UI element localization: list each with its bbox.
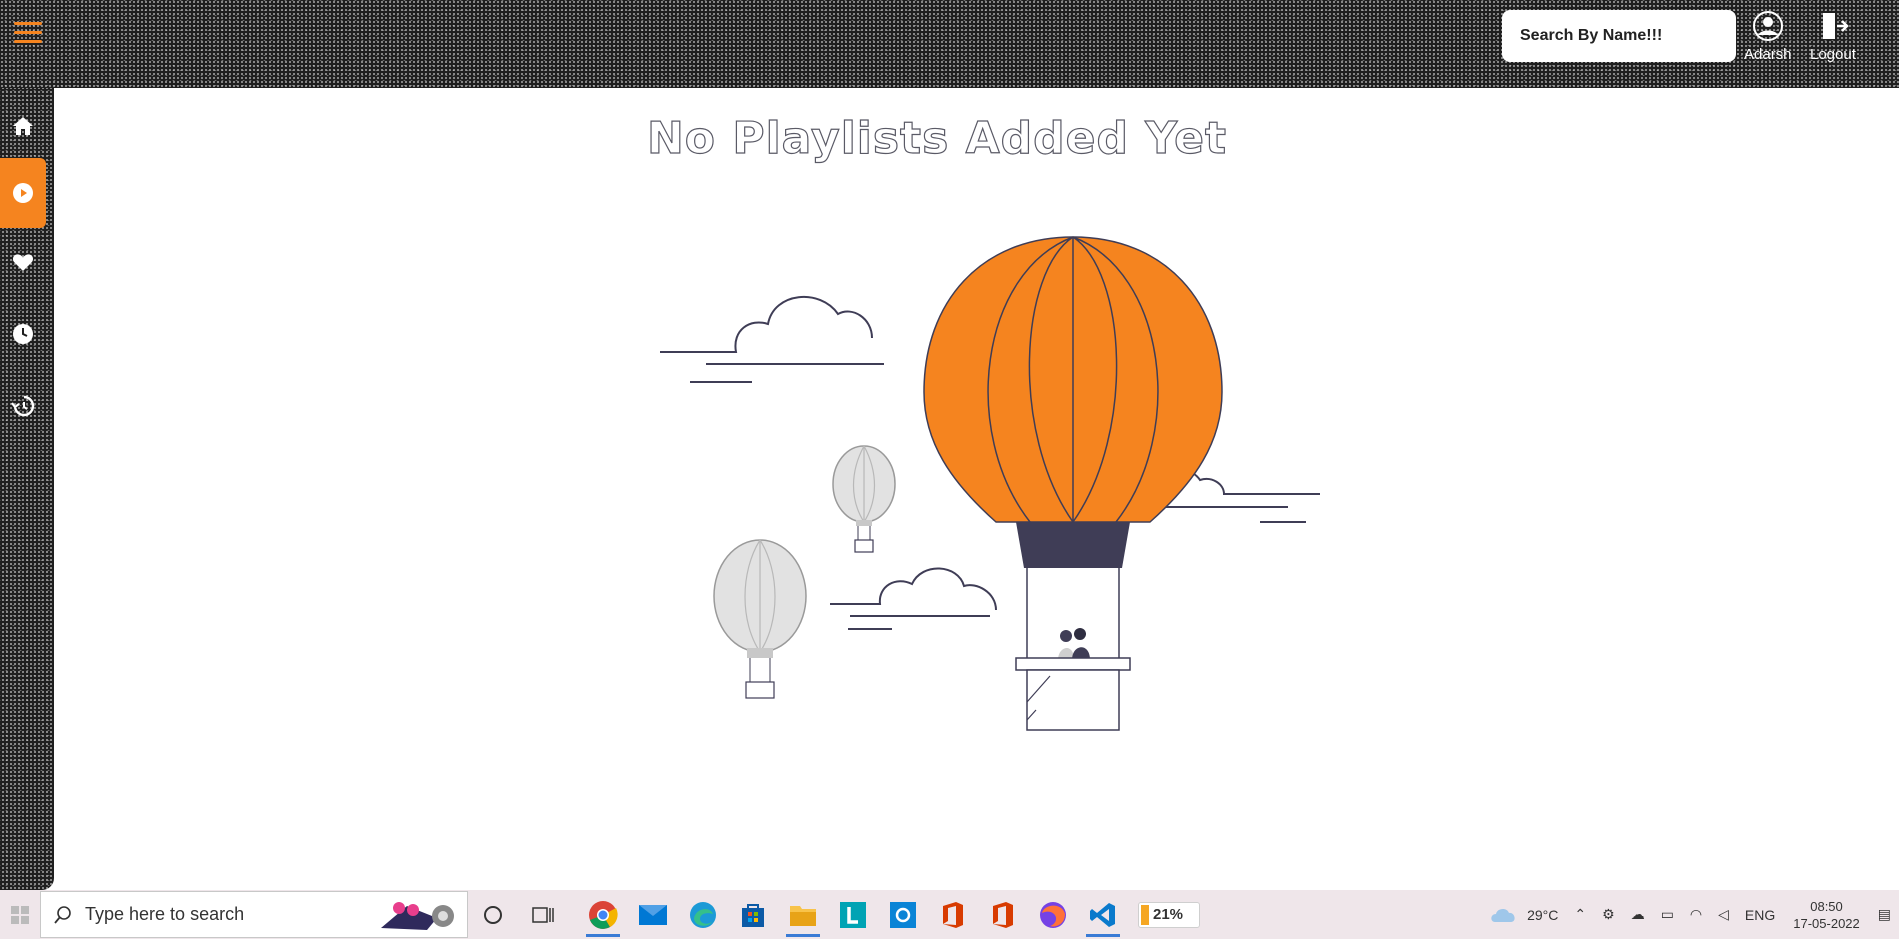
notification-center-icon[interactable]: ▤ xyxy=(1878,906,1891,923)
small-balloon-lower xyxy=(713,539,807,699)
windows-start-button[interactable] xyxy=(0,890,40,939)
weather-temperature: 29°C xyxy=(1527,906,1559,923)
battery-percent: 21% xyxy=(1153,906,1184,923)
logout-button[interactable]: Logout xyxy=(1810,10,1856,63)
sidebar xyxy=(0,88,54,890)
l-app-icon xyxy=(840,901,866,928)
battery-indicator[interactable]: 21% xyxy=(1138,901,1200,928)
cloud-top-left xyxy=(660,295,884,383)
language-indicator[interactable]: ENG xyxy=(1745,907,1775,923)
mail-icon xyxy=(639,904,667,925)
store-icon xyxy=(742,903,764,927)
settings-icon[interactable]: ⚙ xyxy=(1602,906,1615,923)
cortana-button[interactable] xyxy=(468,890,518,939)
clock-time: 08:50 xyxy=(1810,898,1843,914)
taskbar-app-l[interactable] xyxy=(828,890,878,939)
taskbar-app-chrome[interactable] xyxy=(578,890,628,939)
user-circle-icon xyxy=(1752,11,1783,41)
sidebar-item-playlists[interactable] xyxy=(0,158,46,228)
task-view-icon xyxy=(532,906,554,923)
top-app-bar: Adarsh Logout xyxy=(0,0,1899,88)
volume-icon[interactable]: ◁ xyxy=(1718,906,1729,923)
taskbar-clock[interactable]: 08:50 17-05-2022 xyxy=(1793,898,1860,932)
logout-icon xyxy=(1822,13,1849,39)
cortana-circle-icon xyxy=(484,905,502,924)
taskbar-app-office[interactable] xyxy=(928,890,978,939)
blue-square-app-icon xyxy=(890,901,916,928)
search-input[interactable] xyxy=(1518,26,1720,46)
sidebar-item-history[interactable] xyxy=(0,371,46,441)
small-balloon-upper xyxy=(832,445,896,553)
taskbar-app-file-explorer[interactable] xyxy=(778,890,828,939)
history-icon xyxy=(11,395,35,417)
taskbar-app-firefox[interactable] xyxy=(1028,890,1078,939)
clock-date: 17-05-2022 xyxy=(1793,915,1860,931)
hot-air-balloon-illustration xyxy=(660,236,1320,731)
taskbar-search-placeholder: Type here to search xyxy=(85,904,245,924)
weather-cloud-icon[interactable] xyxy=(1489,904,1519,926)
vscode-icon xyxy=(1090,902,1115,927)
user-name-label: Adarsh xyxy=(1744,46,1792,63)
taskbar-app-mail[interactable] xyxy=(628,890,678,939)
office-icon xyxy=(943,901,963,928)
taskbar-app-office-2[interactable] xyxy=(978,890,1028,939)
office-icon xyxy=(993,901,1013,928)
search-highlight-icon xyxy=(381,902,454,930)
task-view-button[interactable] xyxy=(518,890,568,939)
tray-chevron-up-icon[interactable]: ⌃ xyxy=(1574,906,1586,923)
cloud-middle xyxy=(830,567,997,630)
user-profile-button[interactable]: Adarsh xyxy=(1744,10,1792,63)
taskbar-app-vscode[interactable] xyxy=(1078,890,1128,939)
sidebar-item-watch-later[interactable] xyxy=(0,299,46,369)
edge-icon xyxy=(690,901,716,928)
folder-icon xyxy=(790,905,816,926)
taskbar-app-edge[interactable] xyxy=(678,890,728,939)
system-tray: 29°C ⌃ ⚙ ☁ ▭ ◠ ◁ ENG 08:50 17-05-2022 ▤ xyxy=(1489,898,1899,932)
wifi-icon[interactable]: ◠ xyxy=(1690,906,1702,923)
cloud-sync-icon[interactable]: ☁ xyxy=(1631,906,1645,923)
search-icon xyxy=(54,905,71,924)
clock-icon xyxy=(13,324,33,344)
os-taskbar: Type here to search 21% 29°C ⌃ ⚙ ☁ ▭ ◠ ◁… xyxy=(0,890,1899,939)
chrome-icon xyxy=(589,900,618,929)
empty-state-title: No Playlists Added Yet xyxy=(646,112,1227,164)
battery-fill xyxy=(1141,904,1149,925)
play-circle-icon xyxy=(13,183,33,203)
hamburger-menu-icon[interactable] xyxy=(14,22,42,48)
firefox-icon xyxy=(1040,901,1066,928)
taskbar-search-box[interactable]: Type here to search xyxy=(40,891,468,938)
taskbar-app-cortana-square[interactable] xyxy=(878,890,928,939)
logout-label: Logout xyxy=(1810,46,1856,63)
windows-logo-icon xyxy=(11,905,29,924)
battery-icon[interactable]: ▭ xyxy=(1661,906,1674,923)
main-orange-balloon xyxy=(923,236,1223,731)
heart-icon xyxy=(12,254,34,271)
search-box[interactable] xyxy=(1502,10,1736,62)
sidebar-item-liked[interactable] xyxy=(0,227,46,297)
taskbar-app-store[interactable] xyxy=(728,890,778,939)
